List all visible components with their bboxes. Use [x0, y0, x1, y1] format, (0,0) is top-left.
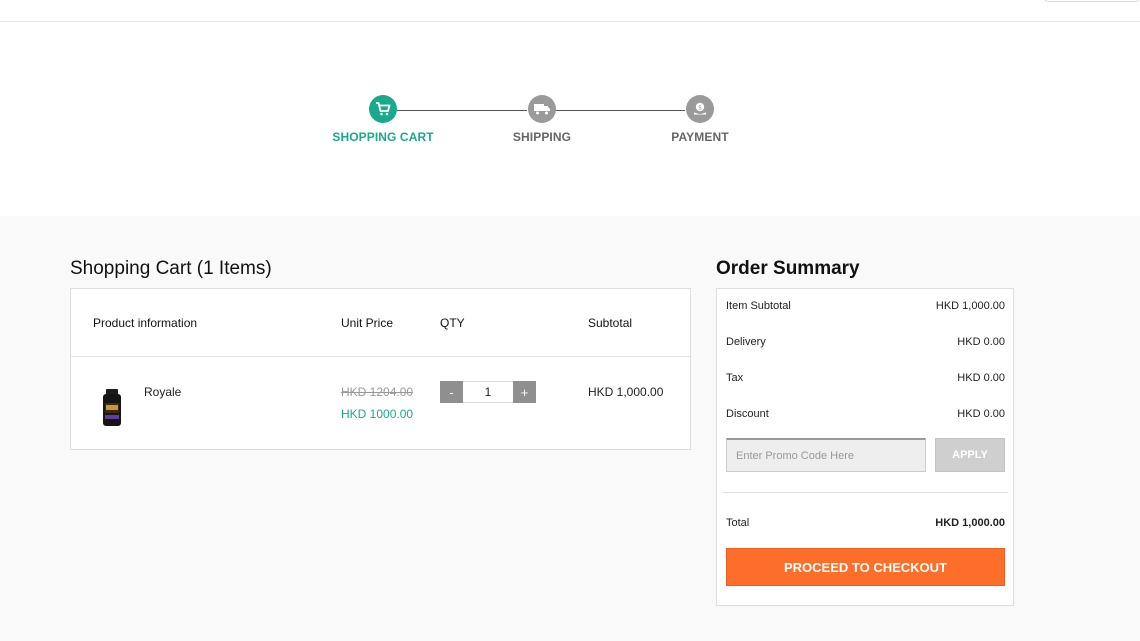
cart-table: Product information Unit Price QTY Subto…: [70, 288, 691, 450]
cart-table-header: Product information Unit Price QTY Subto…: [71, 289, 690, 357]
step-label: SHOPPING CART: [332, 130, 434, 144]
increase-quantity-button[interactable]: +: [513, 381, 536, 403]
summary-line-total: Total HKD 1,000.00: [726, 517, 1005, 529]
step-label: PAYMENT: [671, 130, 729, 144]
unit-price: HKD 1000.00: [341, 407, 414, 421]
cart-icon: [369, 95, 397, 123]
total-label: Total: [726, 517, 750, 529]
column-header-unit-price: Unit Price: [341, 316, 394, 330]
checkout-progress: SHOPPING CART SHIPPING $ PAYMENT: [0, 22, 1140, 216]
product-name[interactable]: Royale: [144, 385, 181, 399]
column-header-product: Product information: [93, 316, 198, 330]
quantity-stepper: - 1 +: [440, 381, 536, 403]
order-summary-panel: Item Subtotal HKD 1,000.00 Delivery HKD …: [716, 288, 1014, 606]
top-right-control[interactable]: [1044, 0, 1140, 2]
row-subtotal: HKD 1,000.00: [588, 385, 664, 399]
step-label: SHIPPING: [512, 130, 572, 144]
summary-line-tax: Tax HKD 0.00: [726, 372, 1005, 384]
apply-promo-button[interactable]: APPLY: [935, 438, 1005, 472]
order-summary-title: Order Summary: [716, 258, 860, 279]
summary-line-discount: Discount HKD 0.00: [726, 408, 1005, 420]
original-price: HKD 1204.00: [341, 385, 414, 399]
product-image[interactable]: [101, 389, 123, 427]
table-row: Royale HKD 1204.00 HKD 1000.00 - 1 + HKD…: [71, 357, 690, 449]
summary-line-delivery: Delivery HKD 0.00: [726, 336, 1005, 348]
column-header-subtotal: Subtotal: [588, 316, 633, 330]
top-bar: [0, 0, 1140, 22]
proceed-to-checkout-button[interactable]: PROCEED TO CHECKOUT: [726, 548, 1005, 586]
quantity-input[interactable]: 1: [463, 381, 513, 403]
summary-value: HKD 0.00: [957, 408, 1005, 420]
step-shipping[interactable]: SHIPPING: [462, 95, 622, 144]
decrease-quantity-button[interactable]: -: [440, 381, 463, 403]
summary-label: Tax: [726, 372, 744, 384]
cart-title: Shopping Cart (1 Items): [70, 258, 272, 279]
total-value: HKD 1,000.00: [935, 517, 1005, 529]
column-header-qty: QTY: [440, 316, 465, 330]
coin-hand-icon: $: [686, 95, 714, 123]
summary-label: Item Subtotal: [726, 300, 791, 312]
summary-line-item-subtotal: Item Subtotal HKD 1,000.00: [726, 300, 1005, 312]
summary-label: Delivery: [726, 336, 766, 348]
summary-label: Discount: [726, 408, 769, 420]
step-payment[interactable]: $ PAYMENT: [620, 95, 780, 144]
summary-value: HKD 1,000.00: [935, 300, 1005, 312]
summary-value: HKD 0.00: [957, 336, 1005, 348]
step-shopping-cart[interactable]: SHOPPING CART: [303, 95, 463, 144]
svg-text:$: $: [698, 104, 702, 111]
divider: [723, 492, 1008, 493]
cart-page-content: Shopping Cart (1 Items) Product informat…: [0, 216, 1140, 641]
promo-code-input[interactable]: [726, 438, 926, 472]
truck-icon: [528, 95, 556, 123]
summary-value: HKD 0.00: [957, 372, 1005, 384]
